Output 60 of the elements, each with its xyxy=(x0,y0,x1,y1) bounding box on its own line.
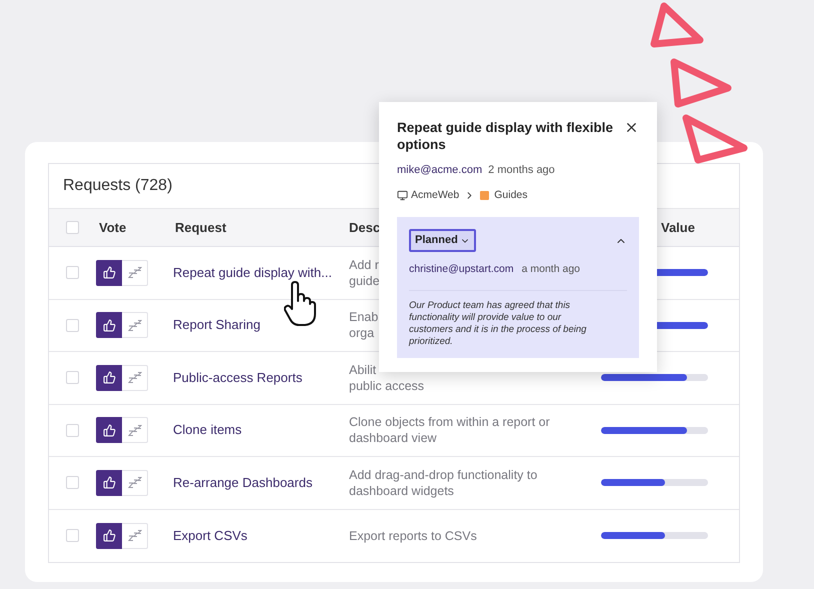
checkbox[interactable] xyxy=(66,371,79,384)
snooze-icon xyxy=(128,477,142,488)
checkbox[interactable] xyxy=(66,424,79,437)
description-text: guide xyxy=(349,272,380,289)
column-header: Desc xyxy=(349,220,380,235)
breadcrumb-item[interactable]: Guides xyxy=(494,188,528,204)
snooze-icon xyxy=(128,424,142,436)
thumbs-up-icon xyxy=(102,476,116,490)
description-text: Add drag-and-drop functionality to xyxy=(349,466,538,483)
comment-time: a month ago xyxy=(522,262,580,277)
thumbs-up-icon xyxy=(102,424,116,437)
description-text: Add r xyxy=(349,256,379,273)
checkbox[interactable] xyxy=(66,476,79,490)
request-link[interactable]: Clone items xyxy=(173,422,242,438)
checkbox[interactable] xyxy=(66,221,79,234)
column-header: Value xyxy=(661,220,695,235)
checkbox[interactable] xyxy=(66,318,79,332)
upvote-button[interactable] xyxy=(96,364,122,391)
description-text: public access xyxy=(349,378,424,394)
commenter-email[interactable]: christine@upstart.com xyxy=(409,262,514,278)
popover-title: Repeat guide display with flexible options xyxy=(397,119,614,153)
upvote-button[interactable] xyxy=(96,470,122,496)
checkbox[interactable] xyxy=(66,529,79,542)
description-text: Abilit xyxy=(349,362,376,378)
upvote-button[interactable] xyxy=(96,312,122,338)
thumbs-up-icon xyxy=(102,371,116,384)
status-comment: Our Product team has agreed that this functionality will provide value to our customers and it is in the process of being prioritized. xyxy=(409,300,588,348)
thumbs-up-icon xyxy=(102,266,116,280)
request-link[interactable]: Repeat guide display with... xyxy=(173,264,332,280)
status-dropdown[interactable]: Planned xyxy=(409,229,476,252)
description-text: orga xyxy=(349,325,374,342)
description-text: dashboard widgets xyxy=(349,482,454,499)
breadcrumb-item[interactable]: AcmeWeb xyxy=(411,188,460,204)
table-title: Requests (728) xyxy=(63,176,172,196)
request-link[interactable]: Public-access Reports xyxy=(173,370,302,385)
description-text: Enab xyxy=(349,309,378,326)
request-link[interactable]: Report Sharing xyxy=(173,317,260,332)
hand-cursor-icon xyxy=(284,281,316,327)
square-icon xyxy=(480,190,490,200)
upvote-button[interactable] xyxy=(96,260,122,286)
thumbs-up-icon xyxy=(102,318,116,332)
description-text: dashboard view xyxy=(349,430,437,446)
monitor-icon xyxy=(397,190,408,201)
column-header: Vote xyxy=(99,220,126,235)
checkbox[interactable] xyxy=(66,266,79,280)
snooze-icon xyxy=(128,530,142,542)
request-link[interactable]: Export CSVs xyxy=(173,528,248,543)
request-link[interactable]: Re-arrange Dashboards xyxy=(173,474,312,490)
close-icon[interactable] xyxy=(624,120,639,135)
description-text: Export reports to CSVs xyxy=(349,528,477,544)
upvote-button[interactable] xyxy=(96,417,122,444)
post-time: 2 months ago xyxy=(488,163,555,178)
snooze-icon xyxy=(128,372,142,384)
thumbs-up-icon xyxy=(102,529,116,542)
column-header: Request xyxy=(175,220,226,235)
description-text: Clone objects from within a report or xyxy=(349,414,550,430)
author-email[interactable]: mike@acme.com xyxy=(397,162,482,178)
upvote-button[interactable] xyxy=(96,522,122,549)
snooze-icon xyxy=(128,320,142,331)
snooze-icon xyxy=(128,267,142,278)
